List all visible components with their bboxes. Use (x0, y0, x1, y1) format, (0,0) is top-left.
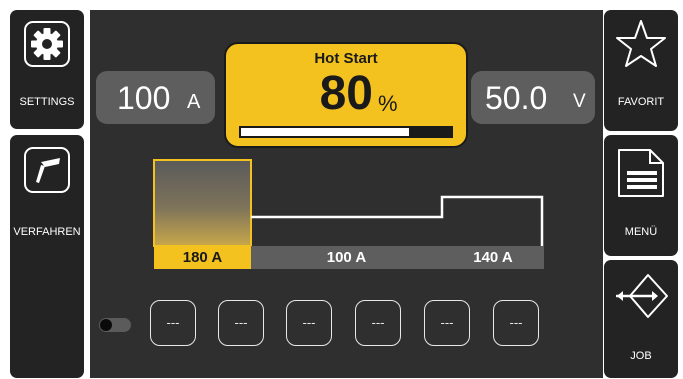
gear-icon (24, 21, 70, 67)
favorite-label: FAVORIT (617, 96, 665, 108)
toggle-switch[interactable] (99, 318, 131, 332)
procedure-button[interactable]: VERFAHREN (10, 135, 84, 378)
memory-slot-6[interactable]: --- (493, 300, 539, 346)
voltage-value: 50.0 (485, 80, 548, 116)
menu-label: MENÜ (624, 226, 658, 238)
parameter-title: Hot Start (314, 50, 378, 67)
arrow-diamond-icon (616, 274, 668, 318)
settings-label: SETTINGS (19, 96, 75, 108)
voltage-unit: V (573, 91, 586, 112)
segment-start-current[interactable]: 180 A (154, 246, 251, 269)
voltage-display[interactable]: 50.0 V (471, 71, 595, 124)
toggle-knob (100, 319, 112, 331)
welder-screen: SETTINGS VERFAHREN 100 A Hot Start 80 % … (0, 0, 683, 379)
menu-document-icon (618, 149, 664, 197)
welding-torch-icon (24, 147, 70, 193)
job-button[interactable]: JOB (604, 260, 678, 378)
job-label: JOB (630, 350, 652, 362)
segment-main-current[interactable]: 100 A (251, 246, 442, 269)
settings-button[interactable]: SETTINGS (10, 10, 84, 129)
favorite-button[interactable]: FAVORIT (604, 10, 678, 131)
parameter-value: 80 (319, 67, 373, 120)
segment-end-current[interactable]: 140 A (442, 246, 544, 269)
current-value: 100 (117, 80, 171, 116)
memory-slot-1[interactable]: --- (150, 300, 196, 346)
current-display[interactable]: 100 A (96, 71, 215, 124)
star-icon (616, 20, 666, 67)
parameter-level-bar (239, 126, 453, 138)
current-unit: A (187, 91, 201, 113)
parameter-level-fill (241, 128, 409, 136)
memory-slot-2[interactable]: --- (218, 300, 264, 346)
memory-slot-3[interactable]: --- (286, 300, 332, 346)
memory-slot-4[interactable]: --- (355, 300, 401, 346)
parameter-panel[interactable]: Hot Start 80 % (224, 42, 468, 148)
parameter-unit: % (378, 91, 398, 116)
procedure-label: VERFAHREN (13, 226, 81, 238)
memory-slot-5[interactable]: --- (424, 300, 470, 346)
menu-button[interactable]: MENÜ (604, 135, 678, 256)
